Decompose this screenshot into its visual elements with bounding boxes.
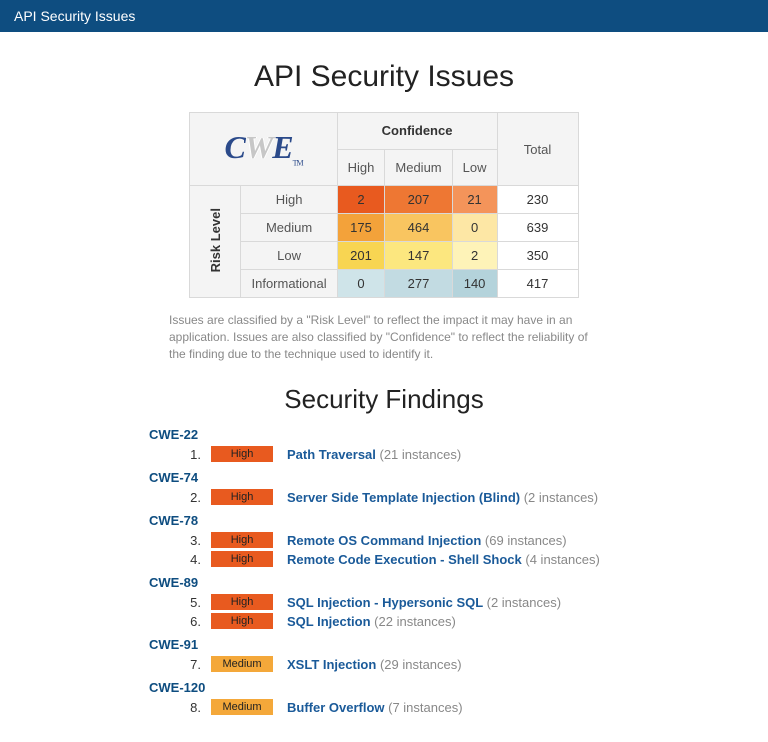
finding-index: 1. <box>173 447 201 462</box>
matrix-cell: 207 <box>385 186 452 214</box>
confidence-header: Confidence <box>337 113 497 150</box>
matrix-cell: 147 <box>385 242 452 270</box>
finding-count: (2 instances) <box>487 595 561 610</box>
cwe-heading: CWE-22 <box>149 427 619 442</box>
risk-row-label: Medium <box>241 214 337 242</box>
severity-badge: High <box>211 613 273 629</box>
row-total: 230 <box>497 186 578 214</box>
risk-row-label: Informational <box>241 270 337 298</box>
cwe-logo: CWETM <box>224 129 302 165</box>
matrix-cell: 464 <box>385 214 452 242</box>
finding-row: 2. High Server Side Template Injection (Bl… <box>173 489 619 505</box>
severity-badge: Medium <box>211 656 273 672</box>
finding-text: Remote OS Command Injection (69 instance… <box>287 533 567 548</box>
findings-heading: Security Findings <box>0 384 768 415</box>
top-bar-title: API Security Issues <box>14 8 135 24</box>
finding-count: (22 instances) <box>374 614 456 629</box>
matrix-cell: 140 <box>452 270 497 298</box>
logo-letter-w: W <box>245 129 272 165</box>
col-high-header: High <box>337 149 385 186</box>
risk-row-label: Low <box>241 242 337 270</box>
matrix-cell: 21 <box>452 186 497 214</box>
finding-title: Path Traversal <box>287 447 380 462</box>
finding-text: Remote Code Execution - Shell Shock (4 i… <box>287 552 600 567</box>
severity-badge: Medium <box>211 699 273 715</box>
finding-count: (4 instances) <box>525 552 599 567</box>
finding-index: 8. <box>173 700 201 715</box>
finding-text: SQL Injection (22 instances) <box>287 614 456 629</box>
matrix-cell: 201 <box>337 242 385 270</box>
col-medium-header: Medium <box>385 149 452 186</box>
finding-count: (29 instances) <box>380 657 462 672</box>
finding-text: SQL Injection - Hypersonic SQL (2 instan… <box>287 595 561 610</box>
matrix-cell: 0 <box>337 270 385 298</box>
cwe-heading: CWE-89 <box>149 575 619 590</box>
finding-text: Server Side Template Injection (Blind) (… <box>287 490 598 505</box>
severity-badge: High <box>211 594 273 610</box>
row-total: 639 <box>497 214 578 242</box>
cwe-heading: CWE-74 <box>149 470 619 485</box>
risk-row-label: High <box>241 186 337 214</box>
finding-row: 1. High Path Traversal (21 instances) <box>173 446 619 462</box>
report-body: API Security Issues CWETM Confidence Tot… <box>0 32 768 742</box>
matrix-cell: 2 <box>452 242 497 270</box>
row-total: 417 <box>497 270 578 298</box>
logo-letter-c: C <box>224 129 244 165</box>
finding-text: Path Traversal (21 instances) <box>287 447 461 462</box>
cwe-logo-cell: CWETM <box>190 113 337 186</box>
finding-row: 3. High Remote OS Command Injection (69 in… <box>173 532 619 548</box>
finding-index: 7. <box>173 657 201 672</box>
cwe-heading: CWE-120 <box>149 680 619 695</box>
finding-count: (7 instances) <box>388 700 462 715</box>
page-title: API Security Issues <box>0 60 768 94</box>
severity-badge: High <box>211 532 273 548</box>
finding-index: 3. <box>173 533 201 548</box>
finding-count: (69 instances) <box>485 533 567 548</box>
finding-text: XSLT Injection (29 instances) <box>287 657 462 672</box>
severity-badge: High <box>211 489 273 505</box>
finding-row: 5. High SQL Injection - Hypersonic SQL (2 … <box>173 594 619 610</box>
finding-count: (21 instances) <box>380 447 462 462</box>
matrix-cell: 0 <box>452 214 497 242</box>
finding-index: 4. <box>173 552 201 567</box>
finding-row: 4. High Remote Code Execution - Shell Shoc… <box>173 551 619 567</box>
matrix-cell: 277 <box>385 270 452 298</box>
severity-badge: High <box>211 551 273 567</box>
logo-letter-e: E <box>272 129 292 165</box>
risk-confidence-matrix: CWETM Confidence Total High Medium Low R… <box>189 112 578 298</box>
finding-index: 6. <box>173 614 201 629</box>
finding-index: 2. <box>173 490 201 505</box>
finding-title: SQL Injection <box>287 614 374 629</box>
finding-index: 5. <box>173 595 201 610</box>
finding-title: Server Side Template Injection (Blind) <box>287 490 524 505</box>
finding-title: SQL Injection - Hypersonic SQL <box>287 595 487 610</box>
matrix-caption: Issues are classified by a "Risk Level" … <box>169 312 599 362</box>
col-low-header: Low <box>452 149 497 186</box>
severity-badge: High <box>211 446 273 462</box>
finding-title: Remote OS Command Injection <box>287 533 485 548</box>
top-bar: API Security Issues <box>0 0 768 32</box>
finding-title: XSLT Injection <box>287 657 380 672</box>
cwe-heading: CWE-78 <box>149 513 619 528</box>
cwe-heading: CWE-91 <box>149 637 619 652</box>
finding-text: Buffer Overflow (7 instances) <box>287 700 463 715</box>
col-total-header: Total <box>497 113 578 186</box>
row-total: 350 <box>497 242 578 270</box>
finding-row: 7. Medium XSLT Injection (29 instances) <box>173 656 619 672</box>
risk-level-header: Risk Level <box>190 186 241 298</box>
finding-row: 8. Medium Buffer Overflow (7 instances) <box>173 699 619 715</box>
matrix-cell: 175 <box>337 214 385 242</box>
findings-list: CWE-22 1. High Path Traversal (21 instances… <box>149 427 619 715</box>
finding-count: (2 instances) <box>524 490 598 505</box>
finding-title: Buffer Overflow <box>287 700 388 715</box>
matrix-cell: 2 <box>337 186 385 214</box>
logo-tm: TM <box>293 158 303 167</box>
finding-row: 6. High SQL Injection (22 instances) <box>173 613 619 629</box>
finding-title: Remote Code Execution - Shell Shock <box>287 552 525 567</box>
